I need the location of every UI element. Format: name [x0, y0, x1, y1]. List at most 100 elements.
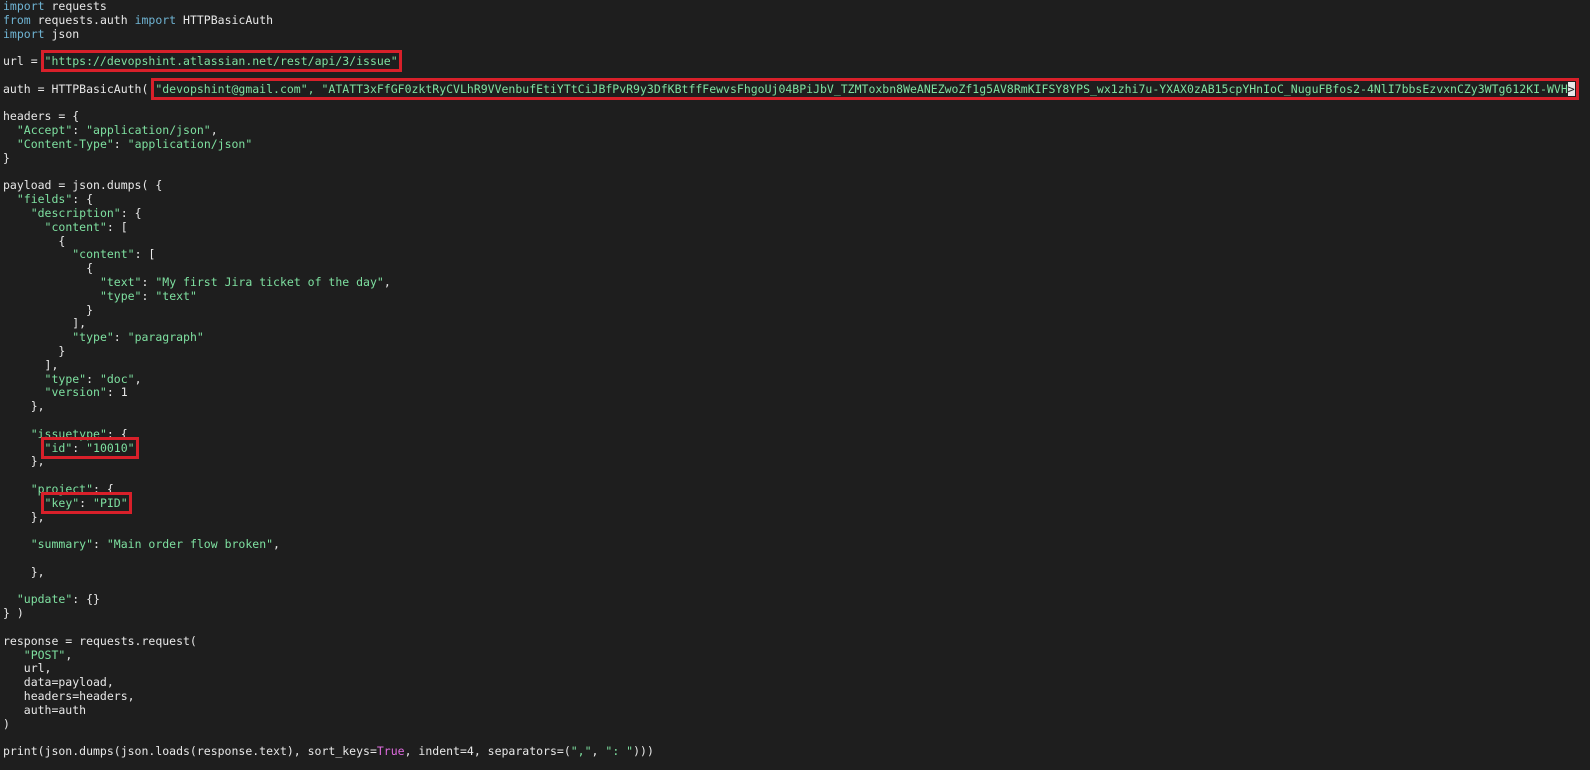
code-token: from — [3, 12, 31, 27]
code-line: "text": "My first Jira ticket of the day… — [3, 275, 391, 290]
highlighted-code-token: "key" — [44, 495, 80, 510]
code-token: json — [44, 26, 80, 41]
code-token: : 1 — [106, 385, 128, 400]
code-token: } — [3, 150, 10, 165]
highlight-box: "id": "10010" — [40, 436, 139, 459]
code-token: "type" — [44, 371, 87, 386]
code-token: , — [591, 744, 606, 759]
code-token: : — [113, 330, 128, 345]
code-token: requests — [44, 0, 107, 13]
code-token: HTTPBasicAuth — [176, 12, 274, 27]
code-line: payload = json.dumps( { — [3, 178, 163, 193]
code-token: , indent=4, separators=( — [404, 744, 571, 759]
code-line: response = requests.request( — [3, 634, 197, 649]
code-line: import requests — [3, 0, 107, 14]
code-line: url = "https://devopshint.atlassian.net/… — [3, 50, 402, 73]
code-line: { — [3, 234, 65, 249]
code-token: import — [134, 12, 177, 27]
code-token: "POST" — [23, 647, 66, 662]
highlighted-code-token: "https://devopshint.atlassian.net/rest/a… — [44, 54, 398, 69]
highlight-box: "https://devopshint.atlassian.net/rest/a… — [40, 50, 402, 73]
code-token: "doc" — [99, 371, 135, 386]
code-token: ": " — [605, 744, 634, 759]
code-token: : [ — [106, 219, 128, 234]
code-editor[interactable]: import requests from requests.auth import… — [0, 0, 1590, 770]
code-line: "version": 1 — [3, 385, 128, 400]
code-token: , — [383, 275, 391, 289]
code-token: "type" — [72, 330, 114, 345]
code-token: "version" — [44, 385, 107, 400]
code-token: } — [3, 344, 66, 358]
code-token: "type" — [99, 288, 142, 303]
code-line: headers=headers, — [3, 689, 135, 704]
code-token: import — [3, 26, 45, 41]
code-line: } — [3, 344, 66, 359]
code-token: ], — [3, 357, 59, 372]
code-token: "text" — [99, 275, 142, 289]
highlight-box: "devopshint@gmail.com", "ATATT3xFfGF0zkt… — [151, 77, 1579, 100]
code-token: , — [210, 123, 218, 138]
code-token: "update" — [16, 592, 73, 607]
code-token: "text" — [155, 288, 197, 303]
code-token: }, — [3, 564, 45, 579]
code-line: "type": "text" — [3, 288, 197, 304]
code-line: print(json.dumps(json.loads(response.tex… — [3, 744, 654, 759]
code-line: ) — [3, 717, 10, 732]
code-line: }, — [3, 399, 45, 414]
code-line: "issuetype": { — [3, 427, 128, 442]
code-token: requests.auth — [30, 12, 135, 27]
code-token: "content" — [72, 247, 135, 262]
code-line: "type": "doc", — [3, 371, 142, 387]
code-line: auth=auth — [3, 703, 86, 718]
code-line: "description": { — [3, 206, 142, 221]
code-line: ], — [3, 316, 87, 331]
code-line: "content": [ — [3, 219, 128, 235]
code-token: , — [273, 537, 280, 552]
code-line: url, — [3, 661, 52, 676]
highlighted-code-token: "devopshint@gmail.com", "ATATT3xFfGF0zkt… — [155, 81, 1568, 96]
code-token: "project" — [30, 482, 94, 496]
code-token: : { — [120, 206, 142, 220]
code-token: ))) — [633, 744, 654, 759]
code-token: url = — [3, 54, 45, 69]
highlighted-code-token: "id" — [44, 440, 73, 455]
code-line: }, — [3, 454, 45, 469]
code-token: "," — [570, 744, 592, 759]
code-line: import json — [3, 26, 80, 42]
code-token: payload = json.dumps( { — [3, 178, 163, 193]
code-token: : — [72, 123, 87, 138]
code-line: }, — [3, 564, 45, 580]
code-line: "summary": "Main order flow broken", — [3, 537, 280, 552]
code-token: : — [86, 371, 100, 386]
code-token: ], — [3, 316, 87, 331]
code-token: : { — [93, 482, 114, 496]
code-line: "fields": { — [3, 192, 93, 207]
code-token: : — [93, 537, 107, 552]
code-line: "update": {} — [3, 592, 100, 607]
code-line: "id": "10010" — [3, 436, 139, 459]
code-token: "summary" — [30, 537, 94, 552]
code-line: } — [3, 302, 94, 318]
code-line: "project": { — [3, 482, 114, 497]
code-token: }, — [3, 399, 45, 414]
code-line: "POST", — [3, 647, 72, 663]
code-token: } — [3, 302, 94, 317]
code-token: }, — [3, 509, 45, 524]
code-line: "key": "PID" — [3, 491, 132, 514]
code-token: True — [376, 744, 405, 759]
code-line: "Accept": "application/json", — [3, 123, 218, 138]
code-line: } ) — [3, 606, 24, 621]
code-token: "Main order flow broken" — [106, 537, 274, 552]
